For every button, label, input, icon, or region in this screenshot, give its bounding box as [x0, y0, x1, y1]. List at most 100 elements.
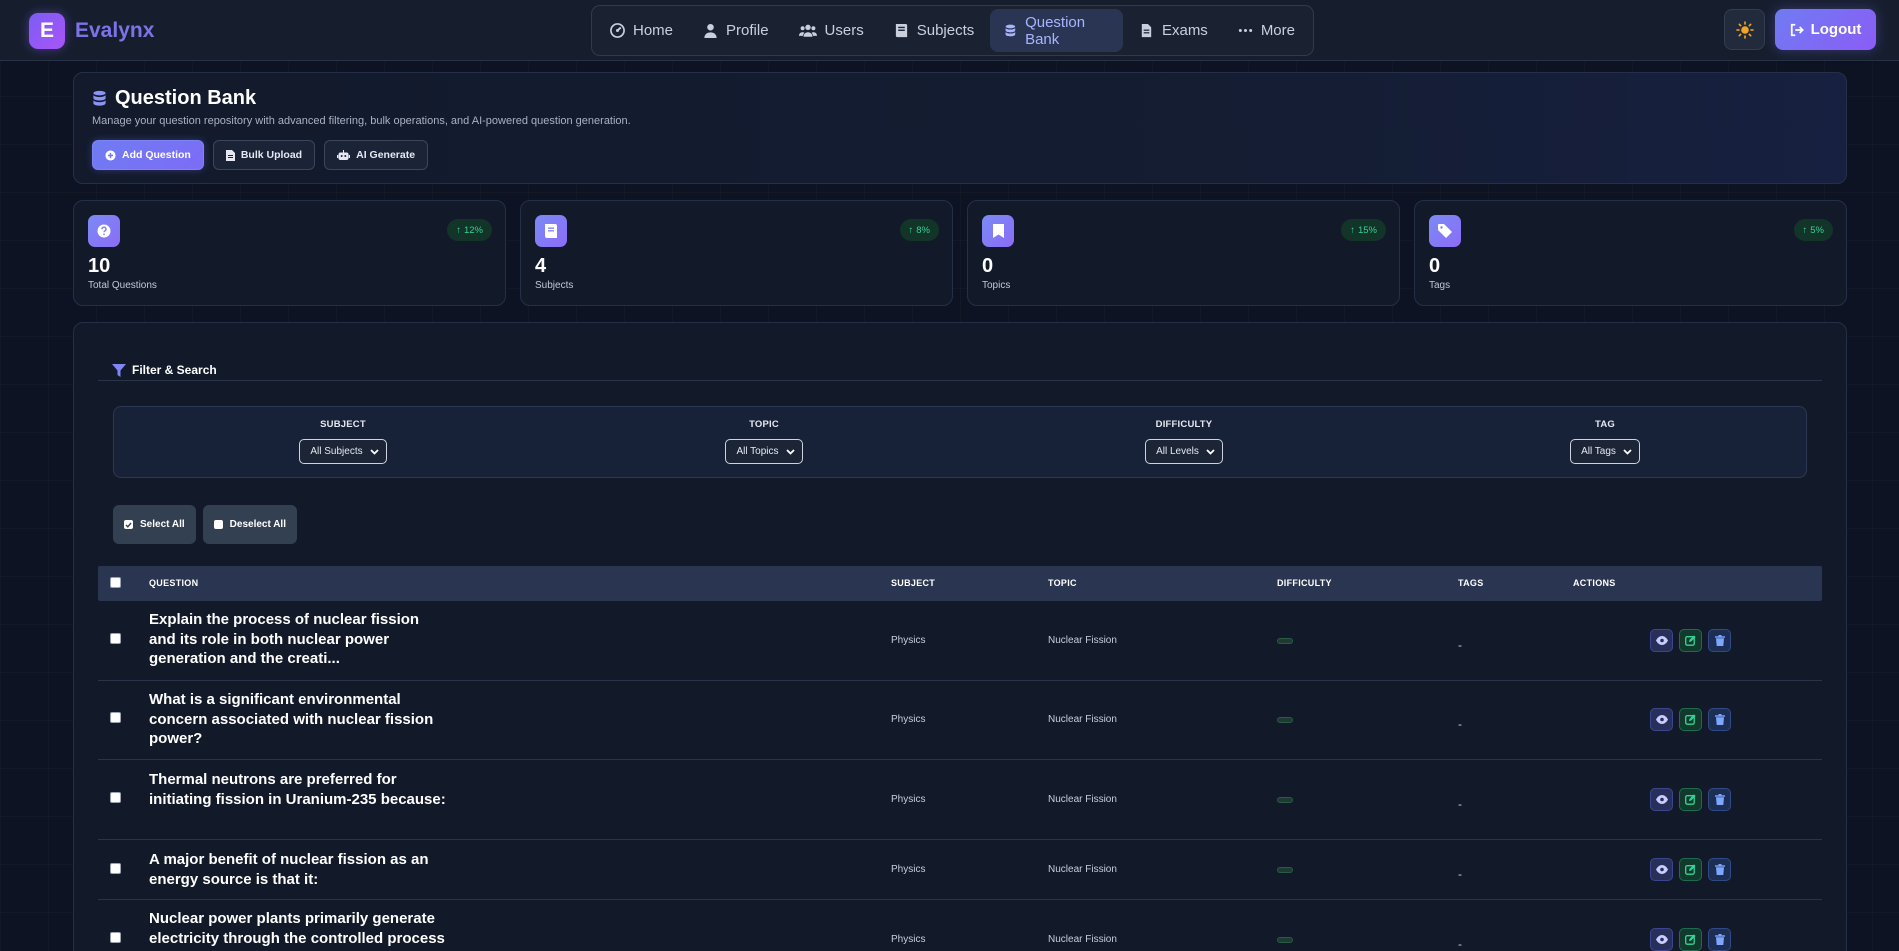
delete-button[interactable] — [1708, 858, 1731, 881]
row-topic: Nuclear Fission — [1048, 794, 1117, 805]
nav-subjects-label: Subjects — [916, 22, 975, 39]
square-icon — [213, 520, 223, 529]
gauge-icon — [610, 23, 625, 38]
eye-icon — [1655, 715, 1668, 724]
file-upload-icon — [225, 149, 235, 161]
question-text[interactable]: Explain the process of nuclear fission a… — [149, 610, 449, 669]
ai-generate-button[interactable]: AI Generate — [324, 140, 429, 170]
row-topic: Nuclear Fission — [1048, 714, 1117, 725]
row-subject: Physics — [891, 714, 926, 725]
ellipsis-icon — [1238, 29, 1252, 32]
deselect-all-button[interactable]: Deselect All — [202, 505, 297, 544]
view-button[interactable] — [1650, 788, 1673, 811]
edit-button[interactable] — [1679, 629, 1702, 652]
nav-question-bank-label: Question Bank — [1025, 13, 1086, 48]
delete-button[interactable] — [1708, 708, 1731, 731]
edit-button[interactable] — [1679, 708, 1702, 731]
sun-icon — [1735, 20, 1754, 39]
nav-exams[interactable]: Exams — [1125, 9, 1222, 52]
filter-title-text: Filter & Search — [132, 363, 217, 377]
trend-value: 5% — [1810, 224, 1824, 236]
chevron-down-icon — [785, 448, 795, 455]
topic-select[interactable]: All Topics — [725, 439, 803, 464]
header-difficulty: DIFFICULTY — [1277, 578, 1332, 588]
select-all-button[interactable]: Select All — [113, 505, 196, 544]
view-button[interactable] — [1650, 858, 1673, 881]
delete-button[interactable] — [1708, 629, 1731, 652]
trash-icon — [1714, 714, 1725, 725]
row-actions — [1650, 708, 1731, 731]
stat-value: 4 — [535, 255, 547, 277]
difficulty-select-value: All Levels — [1156, 446, 1199, 457]
nav-profile[interactable]: Profile — [689, 9, 783, 52]
edit-button[interactable] — [1679, 858, 1702, 881]
nav-users[interactable]: Users — [785, 9, 878, 52]
subject-select-value: All Subjects — [310, 446, 363, 457]
trend-badge: ↑ 8% — [899, 219, 939, 241]
database-icon — [1005, 24, 1016, 37]
question-text[interactable]: What is a significant environmental conc… — [149, 690, 449, 749]
select-all-checkbox[interactable] — [110, 577, 121, 588]
subject-select[interactable]: All Subjects — [299, 439, 387, 464]
row-subject: Physics — [891, 635, 926, 646]
row-checkbox[interactable] — [110, 932, 121, 943]
row-checkbox[interactable] — [110, 792, 121, 803]
row-checkbox[interactable] — [110, 712, 121, 723]
filter-icon — [112, 363, 126, 377]
topic-filter: TOPIC All Topics — [664, 419, 864, 464]
nav-exams-label: Exams — [1161, 22, 1208, 39]
row-checkbox[interactable] — [110, 633, 121, 644]
table-row: What is a significant environmental conc… — [98, 681, 1822, 760]
row-checkbox[interactable] — [110, 863, 121, 874]
table-row: Explain the process of nuclear fission a… — [98, 601, 1822, 681]
table-row: Thermal neutrons are preferred for initi… — [98, 760, 1822, 840]
row-tags: - — [1458, 717, 1462, 731]
users-icon — [798, 24, 817, 37]
difficulty-badge — [1277, 717, 1293, 723]
difficulty-filter-label: DIFFICULTY — [1155, 419, 1213, 430]
view-button[interactable] — [1650, 708, 1673, 731]
header-question: QUESTION — [149, 578, 199, 588]
view-button[interactable] — [1650, 928, 1673, 951]
difficulty-badge — [1277, 937, 1293, 943]
row-actions — [1650, 928, 1731, 951]
stat-label: Total Questions — [88, 280, 157, 291]
ai-generate-label: AI Generate — [356, 149, 416, 161]
bulk-upload-button[interactable]: Bulk Upload — [212, 140, 316, 170]
stat-card-tags: ↑ 5% 0 Tags — [1414, 200, 1847, 306]
difficulty-select[interactable]: All Levels — [1145, 439, 1223, 464]
edit-button[interactable] — [1679, 928, 1702, 951]
question-text[interactable]: Thermal neutrons are preferred for initi… — [149, 770, 449, 809]
difficulty-badge — [1277, 797, 1293, 803]
trend-badge: ↑ 12% — [447, 219, 492, 241]
row-actions — [1650, 858, 1731, 881]
nav-subjects[interactable]: Subjects — [880, 9, 989, 52]
nav-question-bank[interactable]: Question Bank — [990, 9, 1123, 52]
row-topic: Nuclear Fission — [1048, 864, 1117, 875]
stat-value: 0 — [982, 255, 994, 277]
theme-toggle-button[interactable] — [1724, 9, 1765, 50]
nav-home[interactable]: Home — [596, 9, 687, 52]
view-button[interactable] — [1650, 629, 1673, 652]
eye-icon — [1655, 935, 1668, 944]
tag-select[interactable]: All Tags — [1570, 439, 1640, 464]
difficulty-filter: DIFFICULTY All Levels — [1084, 419, 1284, 464]
eye-icon — [1655, 865, 1668, 874]
row-tags: - — [1458, 797, 1462, 811]
add-question-button[interactable]: Add Question — [92, 140, 204, 170]
delete-button[interactable] — [1708, 928, 1731, 951]
delete-button[interactable] — [1708, 788, 1731, 811]
question-text[interactable]: A major benefit of nuclear fission as an… — [149, 850, 449, 889]
logout-button[interactable]: Logout — [1775, 9, 1876, 50]
difficulty-badge — [1277, 638, 1293, 644]
brand[interactable]: E Evalynx — [29, 13, 154, 49]
logout-icon — [1790, 23, 1804, 36]
arrow-up-icon: ↑ — [1802, 224, 1808, 236]
edit-button[interactable] — [1679, 788, 1702, 811]
stat-label: Tags — [1429, 280, 1451, 291]
question-text[interactable]: Nuclear power plants primarily generate … — [149, 909, 449, 948]
nav-more[interactable]: More — [1224, 9, 1309, 52]
nav-more-label: More — [1260, 22, 1295, 39]
stat-label: Subjects — [535, 280, 574, 291]
stat-card-topics: ↑ 15% 0 Topics — [967, 200, 1400, 306]
